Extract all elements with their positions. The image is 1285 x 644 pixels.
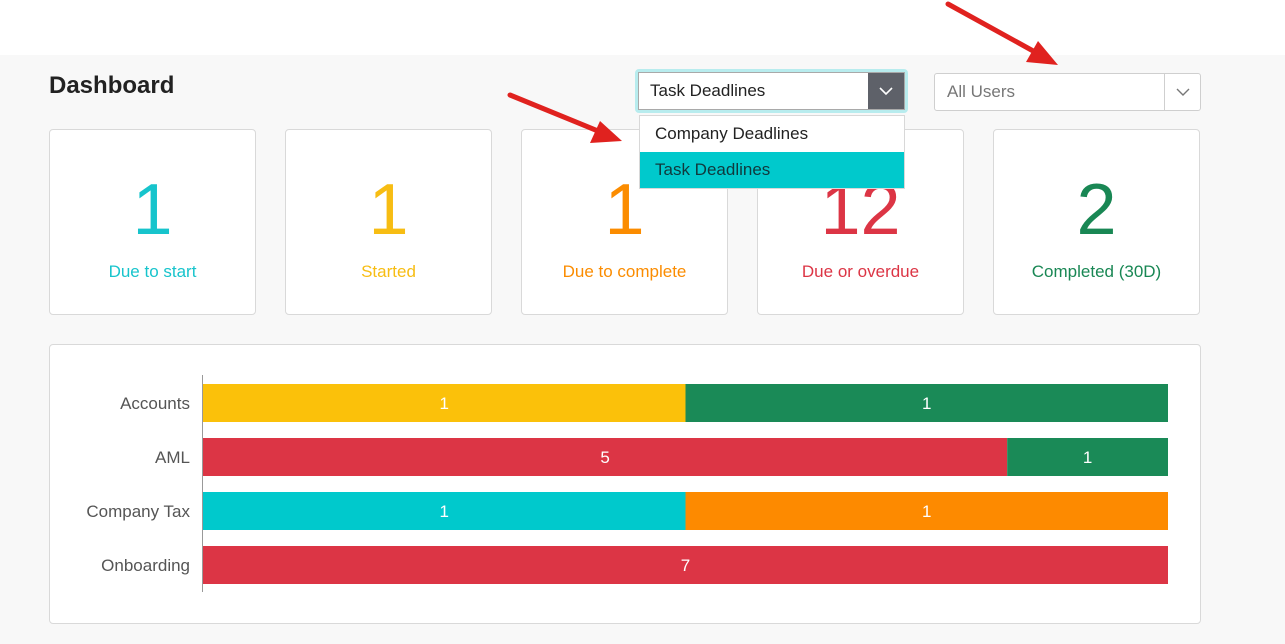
chevron-down-icon [879,86,893,95]
category-tick-label: Onboarding [101,556,190,575]
stat-value: 1 [368,170,409,250]
category-tick-label: Accounts [120,394,190,413]
dropdown-option-task-deadlines[interactable]: Task Deadlines [640,152,904,188]
bar-data-label: 1 [922,502,931,521]
user-filter-toggle[interactable] [1164,74,1200,110]
deadlines-chart-panel: Accounts 1 1 AML 5 1 Company Tax 1 1 Onboarding 7 [49,344,1201,624]
user-filter-select[interactable]: All Users [934,73,1201,111]
stat-card-completed-30d[interactable]: 2 Completed (30D) [993,129,1200,315]
stat-value: 2 [1076,170,1117,250]
stat-label: Due to complete [562,262,687,281]
stacked-bar-chart: Accounts 1 1 AML 5 1 Company Tax 1 1 Onboarding 7 [86,375,1168,592]
bar-data-label: 1 [440,394,449,413]
deadline-type-toggle[interactable] [868,73,904,109]
stat-label: Started [361,262,416,281]
page-title: Dashboard [49,72,175,99]
stat-label: Due to start [108,262,197,281]
stat-value: 1 [132,170,173,250]
user-filter-value[interactable]: All Users [935,82,1164,102]
deadline-type-dropdown: Company Deadlines Task Deadlines [639,115,905,189]
category-tick-label: AML [155,448,190,467]
stat-label: Due or overdue [801,262,920,281]
bar-data-label: 7 [681,556,690,575]
bar-data-label: 1 [922,394,931,413]
bar-data-label: 1 [440,502,449,521]
stat-label: Completed (30D) [1031,262,1162,281]
bar-data-label: 5 [600,448,609,467]
deadline-type-select[interactable]: Task Deadlines [635,69,908,113]
deadline-type-value[interactable]: Task Deadlines [639,81,868,101]
dropdown-option-company-deadlines[interactable]: Company Deadlines [640,116,904,152]
bar-data-label: 1 [1083,448,1092,467]
chevron-down-icon [1176,88,1189,96]
category-tick-label: Company Tax [86,502,190,521]
stat-card-due-to-start[interactable]: 1 Due to start [49,129,256,315]
stat-card-started[interactable]: 1 Started [285,129,492,315]
top-strip [0,0,1285,55]
